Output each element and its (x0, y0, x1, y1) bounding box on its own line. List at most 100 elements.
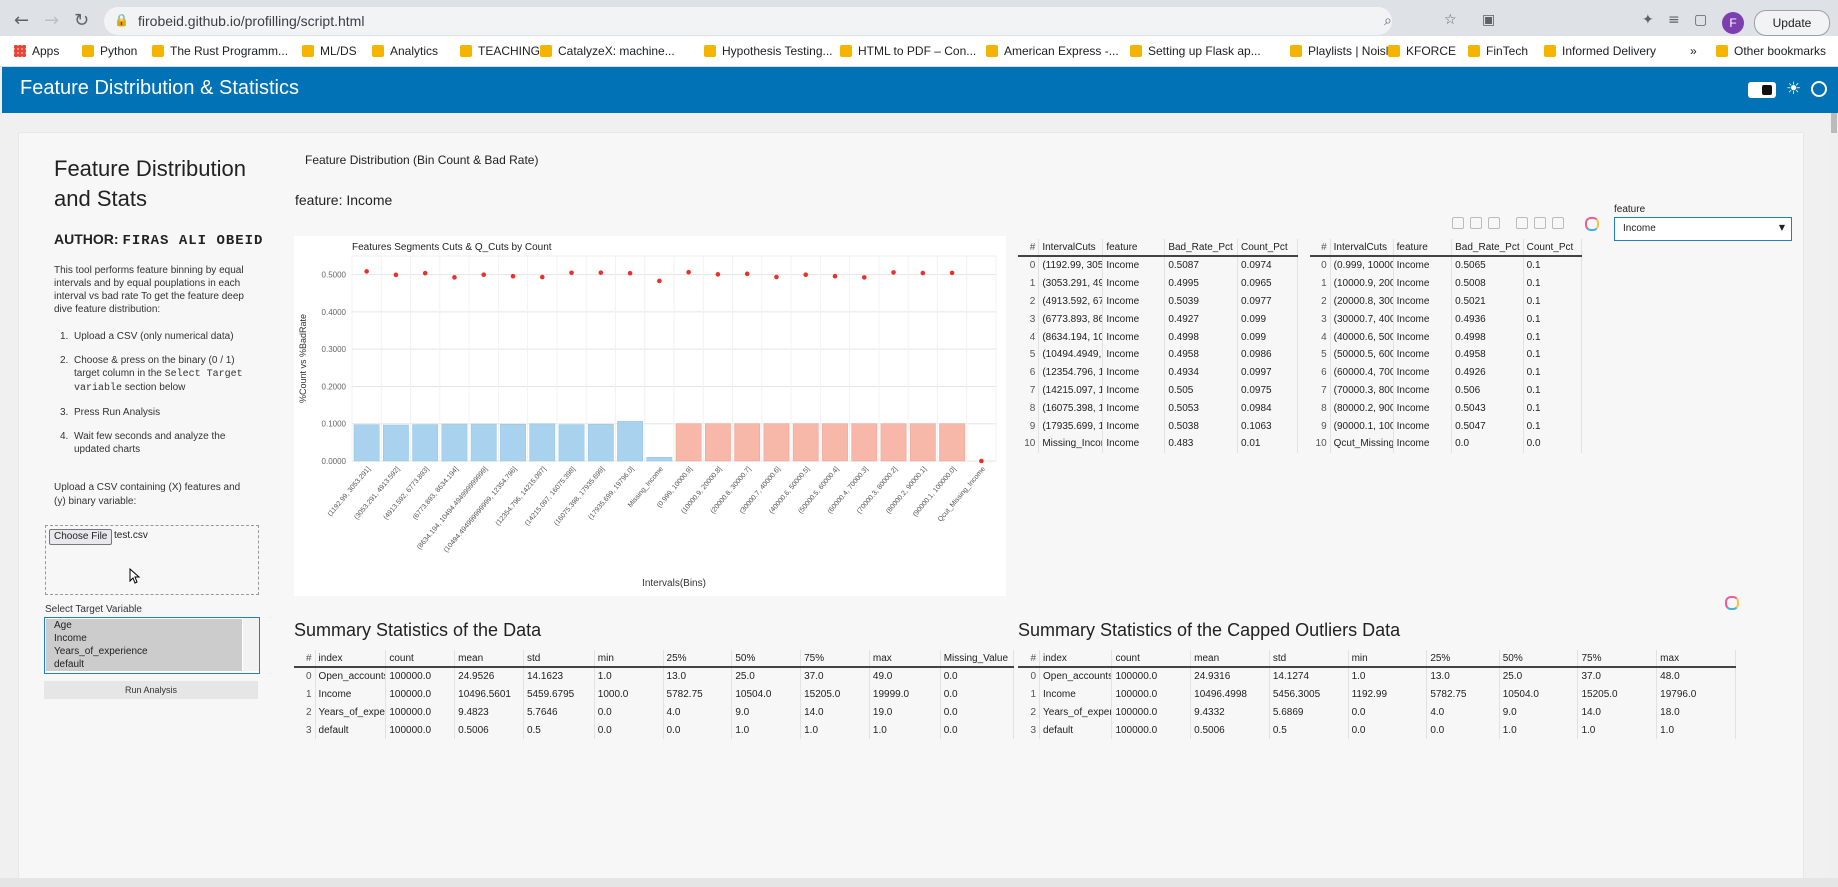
bookmark-item[interactable]: CatalyzeX: machine... (540, 44, 675, 58)
column-header[interactable]: feature (1102, 239, 1166, 257)
bookmark-item[interactable]: Other bookmarks (1716, 44, 1826, 58)
feature-distribution-chart[interactable]: 0.0000 0.1000 0.2000 0.3000 0.4000 0.5000 (119… (294, 236, 1006, 596)
column-header[interactable]: # (1310, 239, 1331, 257)
bookmark-star-icon[interactable]: ☆ (1444, 12, 1457, 28)
column-header[interactable]: index (1039, 650, 1113, 668)
bookmark-item[interactable]: Hypothesis Testing... (704, 44, 833, 58)
column-header[interactable]: index (315, 650, 387, 668)
column-header[interactable]: max (869, 650, 941, 668)
back-icon[interactable]: ← (14, 10, 29, 31)
column-header[interactable]: mean (1190, 650, 1270, 668)
target-option[interactable]: Years_of_experience (46, 645, 242, 658)
page-scrollbar[interactable] (1830, 113, 1838, 878)
column-header[interactable]: min (1348, 650, 1428, 668)
table-row[interactable]: 7(70000.3, 80000.2]Income0.5060.1 (1310, 381, 1583, 400)
table-row[interactable]: 1(3053.291, 4913.592]Income0.49950.0965 (1018, 274, 1299, 293)
sun-icon[interactable]: ☀ (1786, 79, 1801, 99)
column-header[interactable]: Count_Pct (1237, 239, 1299, 257)
bookmark-item[interactable]: Informed Delivery (1544, 44, 1656, 58)
table-row[interactable]: 4(40000.6, 50000.5]Income0.49980.1 (1310, 328, 1583, 346)
bookmark-apps[interactable]: Apps (14, 44, 59, 58)
bookmark-item[interactable]: Setting up Flask ap... (1130, 44, 1261, 58)
column-header[interactable]: 75% (800, 650, 870, 668)
table-row[interactable]: 3(6773.893, 8634.194]Income0.49270.099 (1018, 310, 1299, 329)
column-header[interactable]: Missing_Value (940, 650, 1015, 668)
table-row[interactable]: 5(50000.5, 60000.4]Income0.49580.1 (1310, 345, 1583, 364)
table-row[interactable]: 8(80000.2, 90000.1]Income0.50430.1 (1310, 399, 1583, 418)
column-header[interactable]: Count_Pct (1523, 239, 1583, 257)
table-row[interactable]: 0 Open_accounts 100000.0 24.9316 14.1274 1.0 1… (1018, 667, 1736, 686)
zoom-icon[interactable]: ⌕ (1384, 13, 1392, 29)
reading-list-icon[interactable]: ≡ (1668, 12, 1680, 28)
table-row[interactable]: 2(4913.592, 6773.893]Income0.50390.0977 (1018, 292, 1299, 311)
column-header[interactable]: max (1656, 650, 1736, 668)
wheel-zoom-icon[interactable] (1488, 217, 1500, 229)
bookmark-item[interactable]: Python (82, 44, 137, 58)
bookmark-item[interactable]: American Express -... (986, 44, 1119, 58)
table-row[interactable]: 6(60000.4, 70000.3]Income0.49260.1 (1310, 363, 1583, 382)
feature-select[interactable]: Income ▼ (1614, 217, 1792, 241)
table-row[interactable]: 6(12354.796, 14215.097]Income0.49340.099… (1018, 363, 1299, 382)
table-row[interactable]: 1 Income 100000.0 10496.4998 5456.3005 1192.9… (1018, 685, 1736, 704)
table-row[interactable]: 9(90000.1, 100000.0]Income0.50470.1 (1310, 417, 1583, 435)
column-header[interactable]: 25% (1426, 650, 1500, 668)
bookmark-item[interactable]: TEACHING (460, 44, 540, 58)
profile-avatar[interactable]: F (1722, 12, 1744, 34)
table-row[interactable]: 10Qcut_Missing_IncomeIncome0.00.0 (1310, 434, 1583, 453)
table-row[interactable]: 0(1192.99, 3053.291]Income0.50870.0974 (1018, 256, 1299, 275)
table-row[interactable]: 0 Open_accounts 100000.0 24.9526 14.1623 1.0 1… (294, 667, 1015, 686)
extension-icon[interactable]: ▣ (1482, 12, 1495, 28)
table-row[interactable]: 0(0.999, 10000.9]Income0.50650.1 (1310, 256, 1583, 275)
column-header[interactable]: 25% (663, 650, 733, 668)
target-option[interactable]: Income (46, 632, 242, 645)
save-icon[interactable] (1516, 217, 1528, 229)
table-row[interactable]: 3 default 100000.0 0.5006 0.5 0.0 0.0 1.0 1.0 1.0 (1018, 721, 1736, 740)
column-header[interactable]: Bad_Rate_Pct (1164, 239, 1238, 257)
column-header[interactable]: 50% (731, 650, 802, 668)
forward-icon[interactable]: → (44, 10, 59, 31)
column-header[interactable]: count (385, 650, 456, 668)
column-header[interactable]: # (1018, 650, 1041, 668)
table-row[interactable]: 3(30000.7, 40000.6]Income0.49360.1 (1310, 310, 1583, 329)
target-option[interactable]: default (46, 658, 242, 671)
bookmark-item[interactable]: KFORCE (1388, 44, 1456, 58)
horizontal-scrollbar[interactable] (0, 878, 1838, 887)
bookmark-item[interactable]: ML/DS (302, 44, 357, 58)
bokeh-logo-icon[interactable] (1725, 596, 1739, 610)
column-header[interactable]: 50% (1499, 650, 1579, 668)
bookmark-item[interactable]: Playlists | Noisli (1290, 44, 1391, 58)
box-zoom-icon[interactable] (1470, 217, 1482, 229)
table-row[interactable]: 3 default 100000.0 0.5006 0.5 0.0 0.0 1.0 1.0 1.0… (294, 721, 1015, 740)
column-header[interactable]: IntervalCuts (1038, 239, 1104, 257)
bookmark-item[interactable]: Analytics (372, 44, 438, 58)
bokeh-logo-icon[interactable] (1585, 217, 1599, 231)
table-row[interactable]: 2Years_of_experience100000.09.43325.6869… (1018, 703, 1736, 722)
table-row[interactable]: 2Years_of_experience100000.09.48235.7646… (294, 703, 1015, 722)
column-header[interactable]: feature (1393, 239, 1453, 257)
column-header[interactable]: 75% (1577, 650, 1658, 668)
column-header[interactable]: std (523, 650, 595, 668)
column-header[interactable]: mean (454, 650, 524, 668)
bookmark-item[interactable]: FinTech (1468, 44, 1528, 58)
table-row[interactable]: 1 Income 100000.0 10496.5601 5459.6795 1000.0… (294, 685, 1015, 704)
column-header[interactable]: Bad_Rate_Pct (1451, 239, 1524, 257)
side-panel-icon[interactable]: ▢ (1694, 12, 1707, 28)
bookmark-item[interactable]: HTML to PDF – Con... (840, 44, 976, 58)
table-row[interactable]: 5(10494.4949, 12354.796]Income0.49580.09… (1018, 345, 1299, 364)
table-row[interactable]: 7(14215.097, 16075.398]Income0.5050.0975 (1018, 381, 1299, 400)
file-dropzone[interactable]: Choose File test.csv (45, 525, 259, 595)
hover-icon[interactable] (1552, 217, 1564, 229)
reload-icon[interactable]: ↻ (74, 10, 89, 31)
extensions-puzzle-icon[interactable]: ✦ (1642, 12, 1654, 28)
pan-icon[interactable] (1452, 217, 1464, 229)
column-header[interactable]: # (294, 650, 316, 668)
target-variable-select[interactable]: Age Income Years_of_experience default (44, 617, 260, 674)
column-header[interactable]: count (1111, 650, 1192, 668)
column-header[interactable]: std (1269, 650, 1349, 668)
address-bar[interactable]: 🔒 firobeid.github.io/profilling/script.h… (104, 7, 1457, 35)
select-scrollbar[interactable] (243, 618, 259, 671)
theme-toggle[interactable] (1748, 82, 1776, 98)
target-option[interactable]: Age (46, 619, 242, 632)
table-row[interactable]: 8(16075.398, 17935.699]Income0.50530.098… (1018, 399, 1299, 418)
table-row[interactable]: 10Missing_IncomeIncome0.4830.01 (1018, 434, 1299, 453)
